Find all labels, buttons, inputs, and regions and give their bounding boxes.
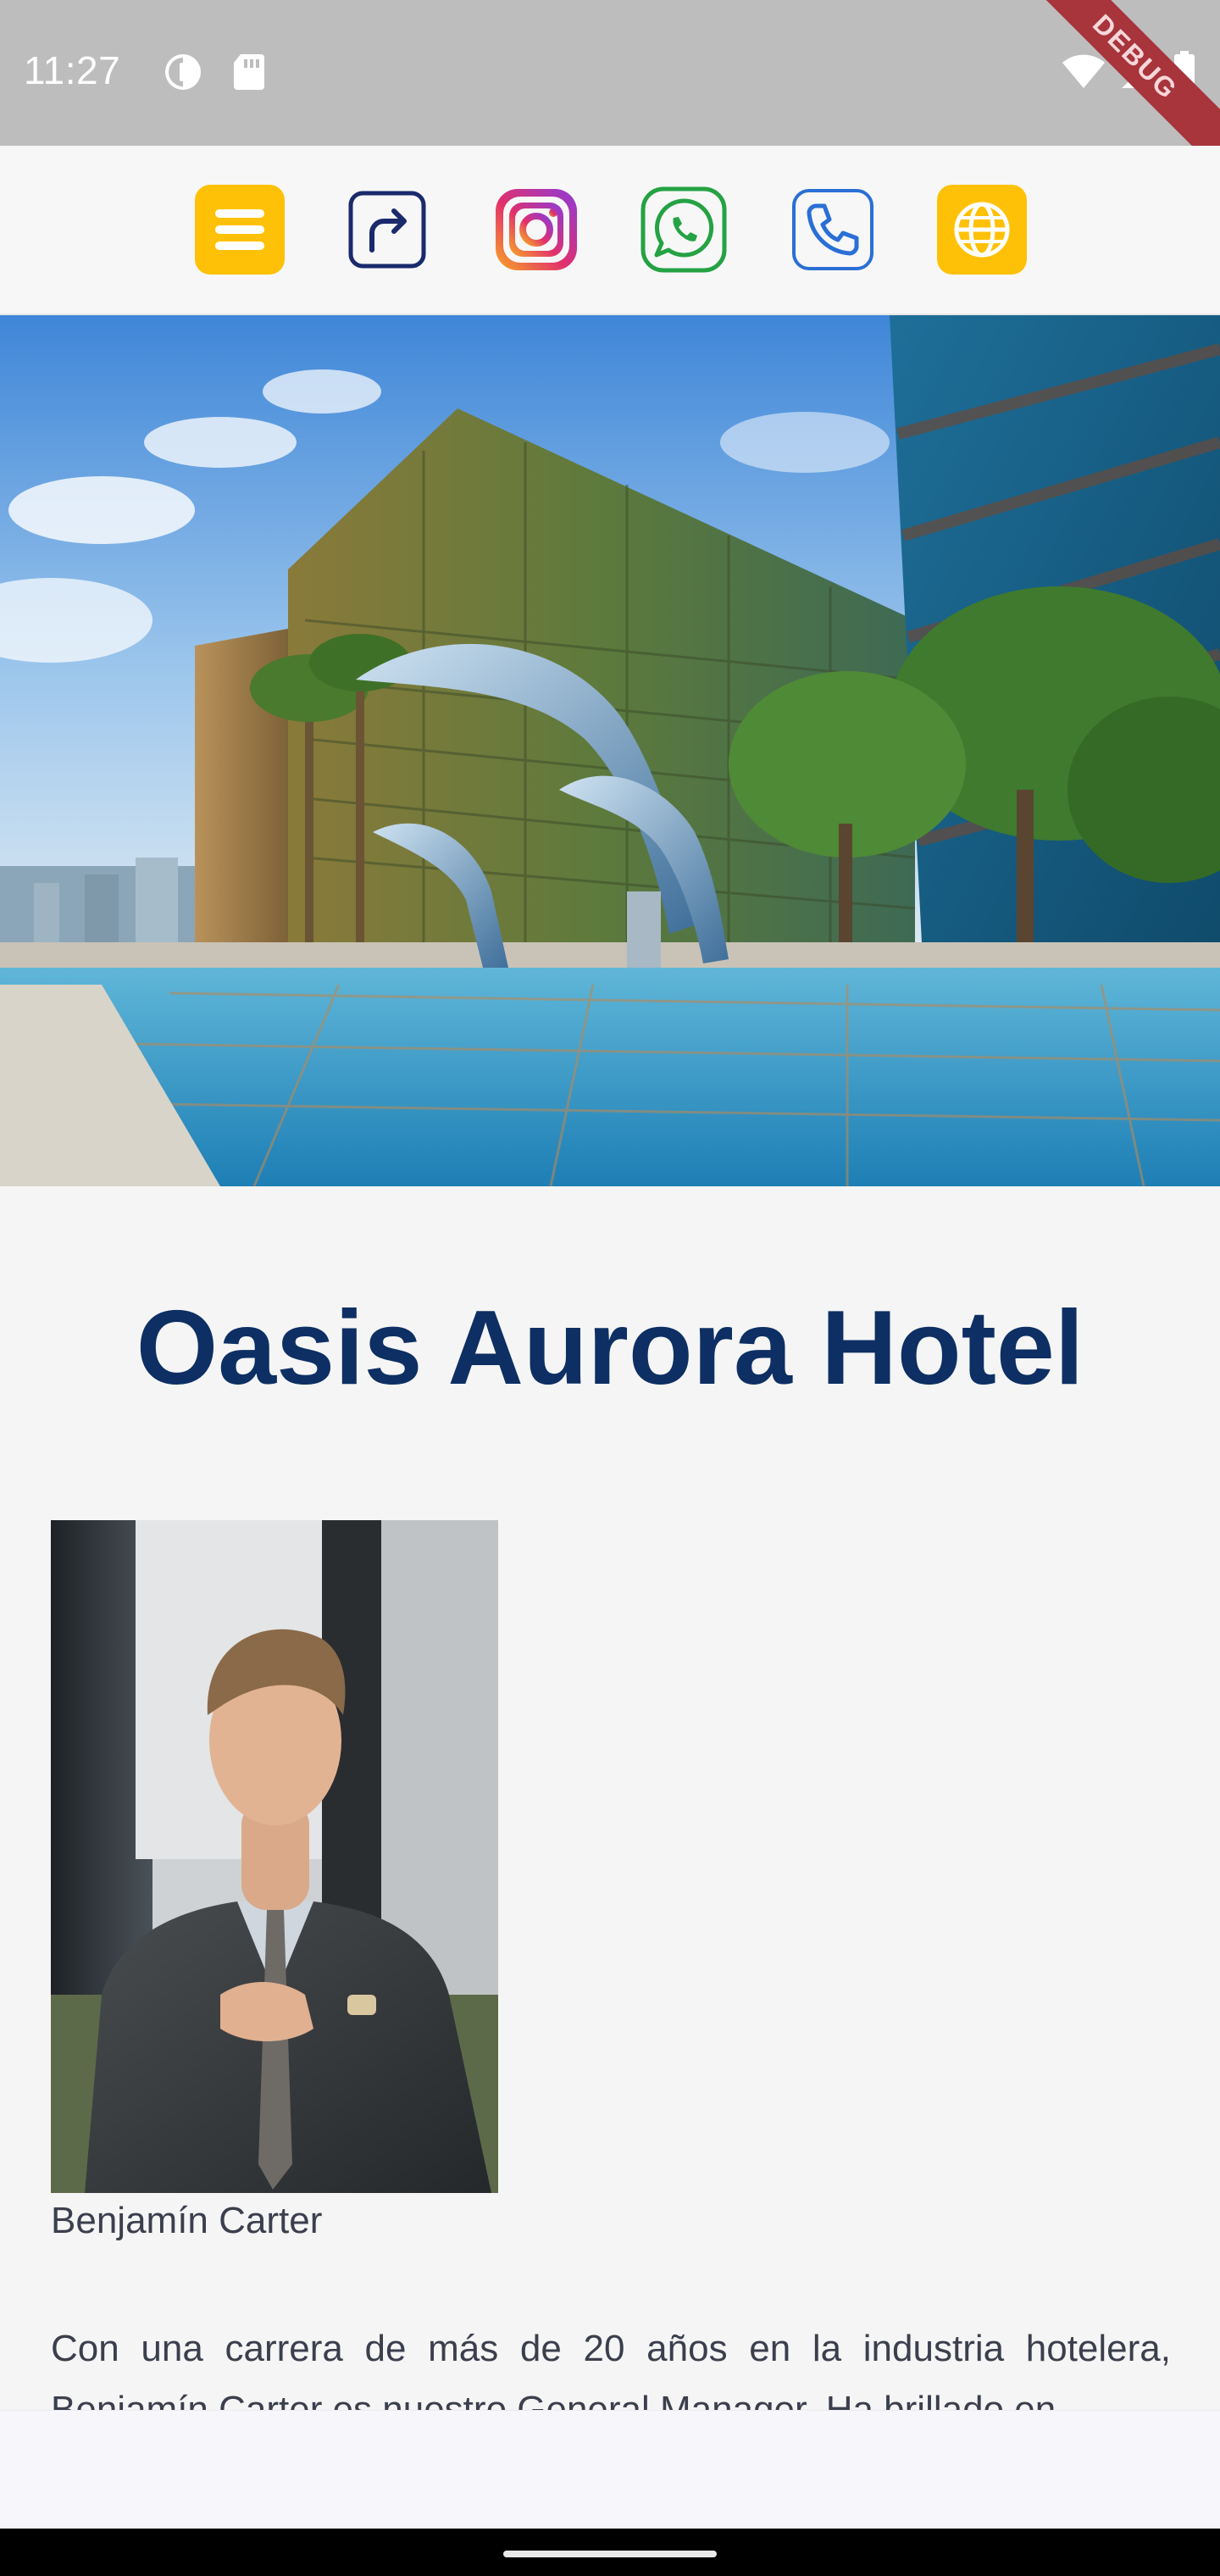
status-time: 11:27: [24, 48, 121, 92]
sd-card-icon: [234, 54, 264, 90]
instagram-icon: [496, 189, 577, 270]
manager-portrait: [51, 1520, 498, 2193]
manager-portrait-photo: [51, 1520, 498, 2193]
wifi-icon: [1062, 54, 1105, 88]
manager-name: Benjamín Carter: [51, 2200, 323, 2241]
menu-button[interactable]: [195, 185, 285, 275]
hotel-hero-image: [0, 315, 1220, 1186]
home-indicator[interactable]: [503, 2551, 717, 2557]
whatsapp-icon: [640, 186, 727, 273]
instagram-button[interactable]: [491, 185, 581, 275]
hotel-building-fountain-photo: [0, 315, 1220, 1186]
whatsapp-button[interactable]: [639, 185, 729, 275]
battery-saver-icon: [165, 54, 201, 90]
share-button[interactable]: [342, 185, 432, 275]
status-bar: 11:27 DEBUG: [0, 0, 1220, 146]
globe-icon: [954, 202, 1010, 258]
share-icon: [348, 191, 426, 269]
menu-icon: [215, 209, 264, 250]
manager-bio: Con una carrera de más de 20 años en la …: [51, 2328, 1171, 2412]
phone-button[interactable]: [788, 185, 878, 275]
phone-icon: [792, 189, 873, 270]
hotel-title: Oasis Aurora Hotel: [136, 1290, 1084, 1407]
social-toolbar: [0, 146, 1220, 315]
website-button[interactable]: [937, 185, 1027, 275]
bottom-panel: [0, 2410, 1220, 2529]
